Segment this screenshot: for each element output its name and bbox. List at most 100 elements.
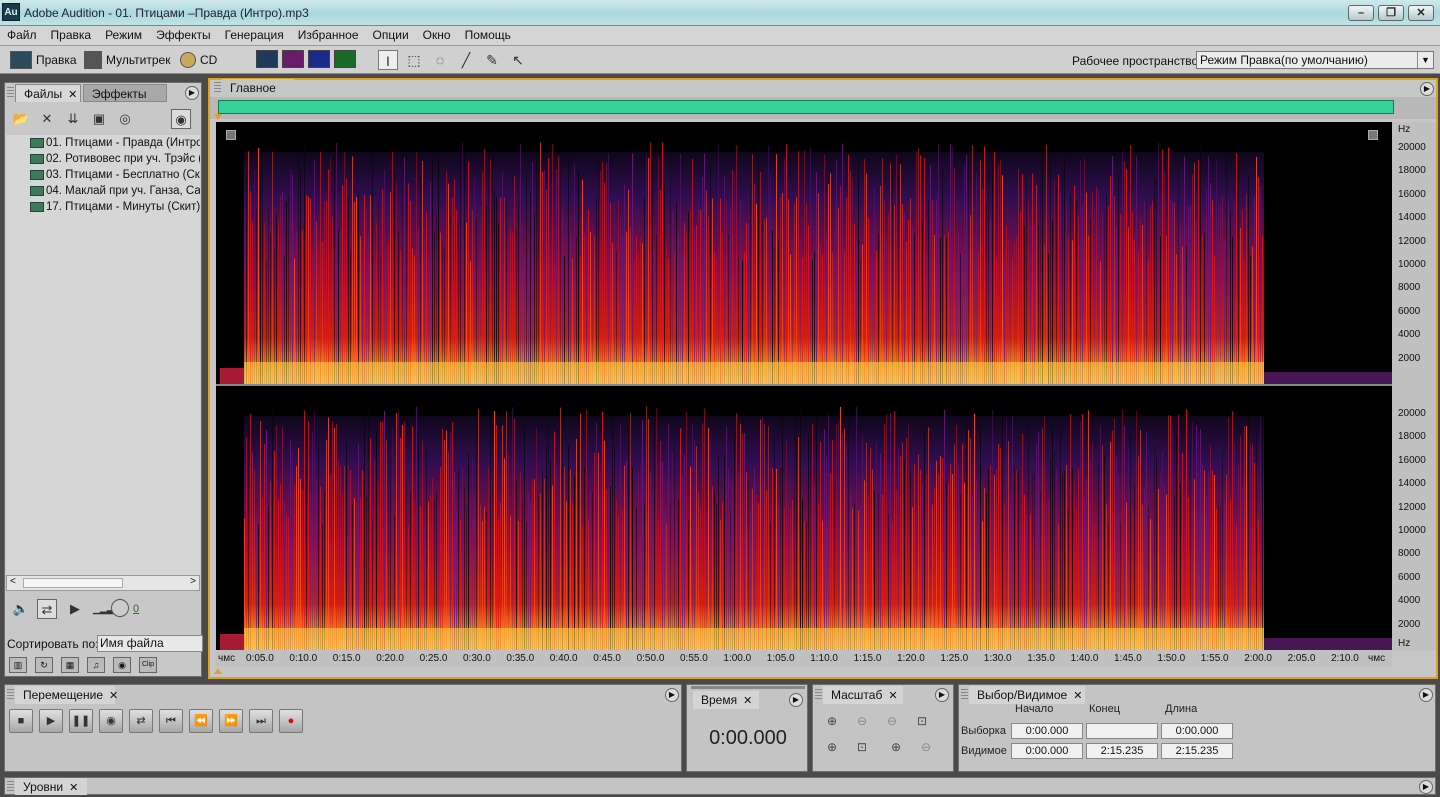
scrollbar-thumb[interactable] [23,578,123,588]
spectral-view-icon[interactable] [282,50,304,68]
show-options-icon[interactable]: ◉ [171,109,191,129]
panel-grip[interactable] [214,82,221,94]
go-to-end-button[interactable]: ⏭ [249,709,273,733]
zoom-corner-icon[interactable] [1368,130,1378,140]
spectrogram-area[interactable] [216,122,1392,650]
loop-filter-icon[interactable]: ↻ [35,657,53,673]
speaker-icon[interactable]: 🔈 [11,599,31,619]
go-to-start-button[interactable]: ⏮ [159,709,183,733]
selection-length-field[interactable]: 0:00.000 [1161,723,1233,739]
maximize-button[interactable]: ❐ [1378,5,1404,21]
menu-effects[interactable]: Эффекты [149,26,218,44]
healing-icon[interactable]: ✎ [482,50,502,70]
selection-end-field[interactable] [1086,723,1158,739]
time-ruler[interactable]: чмс 0:05.0 0:10.0 0:15.0 0:20.0 0:25.0 0:30.0 0… [216,650,1392,666]
stop-button[interactable]: ■ [9,709,33,733]
workspace-select[interactable]: Режим Правка(по умолчанию) ▼ [1196,51,1434,69]
playhead-marker-icon[interactable] [214,668,222,674]
video-filter-icon[interactable]: ▦ [61,657,79,673]
record-button[interactable]: ● [279,709,303,733]
play-to-end-button[interactable]: ◉ [99,709,123,733]
menu-generate[interactable]: Генерация [218,26,291,44]
menu-edit[interactable]: Правка [44,26,99,44]
menu-window[interactable]: Окно [416,26,458,44]
minimize-button[interactable]: – [1348,5,1374,21]
fast-forward-button[interactable]: ⏩ [219,709,243,733]
panel-menu-icon[interactable]: ▶ [665,688,679,702]
panel-grip[interactable] [815,689,822,701]
menu-help[interactable]: Помощь [458,26,518,44]
list-item[interactable]: 03. Птицами - Бесплатно (Скит) [6,167,200,183]
loop-button[interactable]: ⇄ [129,709,153,733]
panel-grip[interactable] [7,689,14,701]
tab-levels[interactable]: Уровни ✕ [15,778,87,795]
audio-filter-icon[interactable]: ▥ [9,657,27,673]
pan-view-icon[interactable] [308,50,330,68]
zoom-out-full-icon[interactable]: ⊖ [881,711,903,731]
panel-menu-icon[interactable]: ▶ [935,688,949,702]
play-button[interactable]: ▶ [39,709,63,733]
zoom-left-edge-icon[interactable]: ⊕ [821,737,843,757]
selection-start-field[interactable]: 0:00.000 [1011,723,1083,739]
tab-transport[interactable]: Перемещение ✕ [15,686,118,704]
zoom-in-horizontal-icon[interactable]: ⊕ [821,711,843,731]
play-icon[interactable]: ▶ [65,599,85,619]
close-icon[interactable]: ✕ [888,690,897,702]
tab-effects[interactable]: Эффекты [83,84,167,102]
panel-menu-icon[interactable]: ▶ [185,86,199,100]
menu-file[interactable]: Файл [0,26,44,44]
close-button[interactable]: ✕ [1408,5,1434,21]
view-length-field[interactable]: 2:15.235 [1161,743,1233,759]
panel-grip[interactable] [961,689,968,701]
sort-select[interactable]: Имя файла [97,635,203,652]
zoom-right-edge-icon[interactable]: ⊡ [851,737,873,757]
time-selection-icon[interactable]: I [378,50,398,70]
lasso-icon[interactable]: ◌ [430,50,450,70]
tab-zoom[interactable]: Масштаб ✕ [823,686,903,704]
close-icon[interactable]: ✕ [68,89,77,101]
waveform-view-icon[interactable] [256,50,278,68]
tab-selection-view[interactable]: Выбор/Видимое ✕ [969,686,1085,704]
pause-button[interactable]: ❚❚ [69,709,93,733]
move-icon[interactable]: ↖ [508,50,528,70]
list-item[interactable]: 02. Ротивовес при уч. Трэйс (Dj [6,151,200,167]
phase-view-icon[interactable] [334,50,356,68]
chevron-left-icon[interactable]: < [10,576,16,587]
list-item[interactable]: 17. Птицами - Минуты (Скит).mp3 [6,199,200,215]
panel-menu-icon[interactable]: ▶ [1419,780,1433,794]
menu-mode[interactable]: Режим [98,26,149,44]
edit-file-icon[interactable]: ◎ [115,109,135,129]
list-item[interactable]: 04. Маклай при уч. Ганза, Санчо [6,183,200,199]
close-file-icon[interactable]: ✕ [37,109,57,129]
overview-bar[interactable] [218,100,1394,114]
rewind-button[interactable]: ⏪ [189,709,213,733]
midi-filter-icon[interactable]: ♫ [87,657,105,673]
chevron-right-icon[interactable]: > [190,576,196,587]
panel-grip[interactable] [7,87,14,99]
menu-options[interactable]: Опции [366,26,416,44]
clip-filter-icon[interactable]: Clip [139,657,157,673]
panel-menu-icon[interactable]: ▶ [1419,688,1433,702]
panel-grip[interactable] [7,781,14,793]
insert-multitrack-icon[interactable]: ⇊ [63,109,83,129]
panel-menu-icon[interactable]: ▶ [789,693,803,707]
view-start-field[interactable]: 0:00.000 [1011,743,1083,759]
cd-mode-button[interactable]: CD [180,50,217,70]
marquee-icon[interactable]: ⬚ [404,50,424,70]
open-file-icon[interactable]: 📂 [11,109,31,129]
volume-value[interactable]: 0 [133,603,139,615]
playhead-marker-icon[interactable] [214,114,222,120]
horizontal-scrollbar[interactable]: < > [6,575,200,591]
zoom-in-vertical-icon[interactable]: ⊕ [885,737,907,757]
insert-cd-icon[interactable]: ▣ [89,109,109,129]
zoom-corner-icon[interactable] [226,130,236,140]
volume-knob-icon[interactable] [111,599,129,617]
view-end-field[interactable]: 2:15.235 [1086,743,1158,759]
zoom-out-vertical-icon[interactable]: ⊖ [915,737,937,757]
tab-main[interactable]: Главное [222,79,294,97]
tab-files[interactable]: Файлы ✕ [15,84,81,102]
close-icon[interactable]: ✕ [1073,690,1082,702]
panel-menu-icon[interactable]: ▶ [1420,82,1434,96]
show-filter-icon[interactable]: ◉ [113,657,131,673]
zoom-out-horizontal-icon[interactable]: ⊖ [851,711,873,731]
